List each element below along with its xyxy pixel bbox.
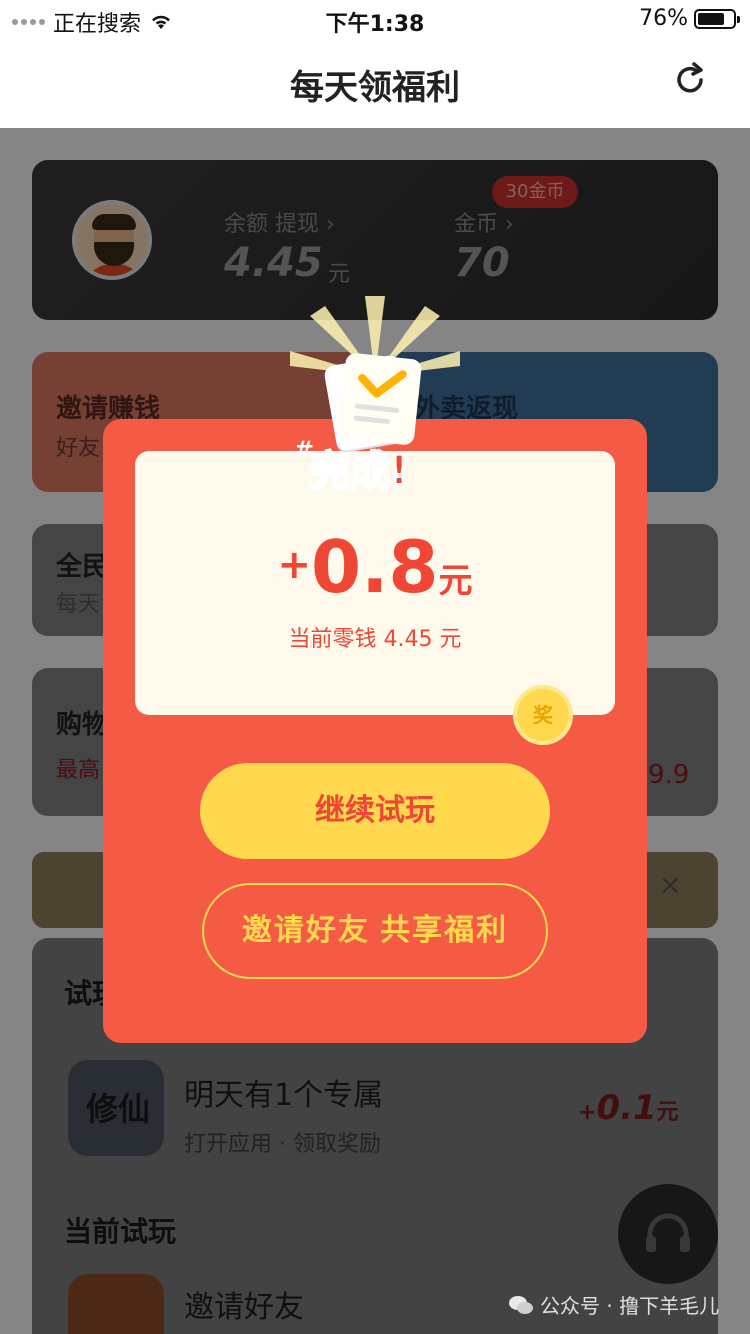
doc-check-icon [337, 352, 423, 446]
continue-button[interactable]: 继续试玩 [200, 763, 550, 859]
medal-icon: 奖 [513, 685, 573, 745]
refresh-icon[interactable] [670, 60, 710, 100]
done-text: 完成! [309, 447, 409, 495]
status-bar: 正在搜索 下午1:38 76% [0, 0, 750, 40]
amount-unit: 元 [438, 561, 473, 601]
amount-value: 0.8 [310, 525, 439, 609]
clock: 下午1:38 [325, 12, 425, 37]
battery-icon [694, 8, 740, 29]
status-right: 76% [639, 6, 740, 31]
nav-bar: 每天领福利 [0, 40, 750, 128]
reward-modal: +0.8元 当前零钱 4.45 元 奖 继续试玩 邀请好友 共享福利 [103, 419, 647, 1043]
watermark: 公众号 · 撸下羊毛儿 [508, 1290, 719, 1319]
invite-button[interactable]: 邀请好友 共享福利 [202, 883, 548, 979]
battery-percent: 76% [639, 6, 688, 31]
current-balance: 当前零钱 4.45 元 [288, 627, 462, 652]
amount-prefix: + [277, 542, 311, 588]
reward-amount: +0.8元 [135, 525, 615, 609]
done-badge: # 完成! [290, 296, 460, 496]
watermark-text: 公众号 · 撸下羊毛儿 [540, 1294, 720, 1318]
wechat-icon [509, 1295, 533, 1314]
page-title: 每天领福利 [290, 68, 460, 108]
